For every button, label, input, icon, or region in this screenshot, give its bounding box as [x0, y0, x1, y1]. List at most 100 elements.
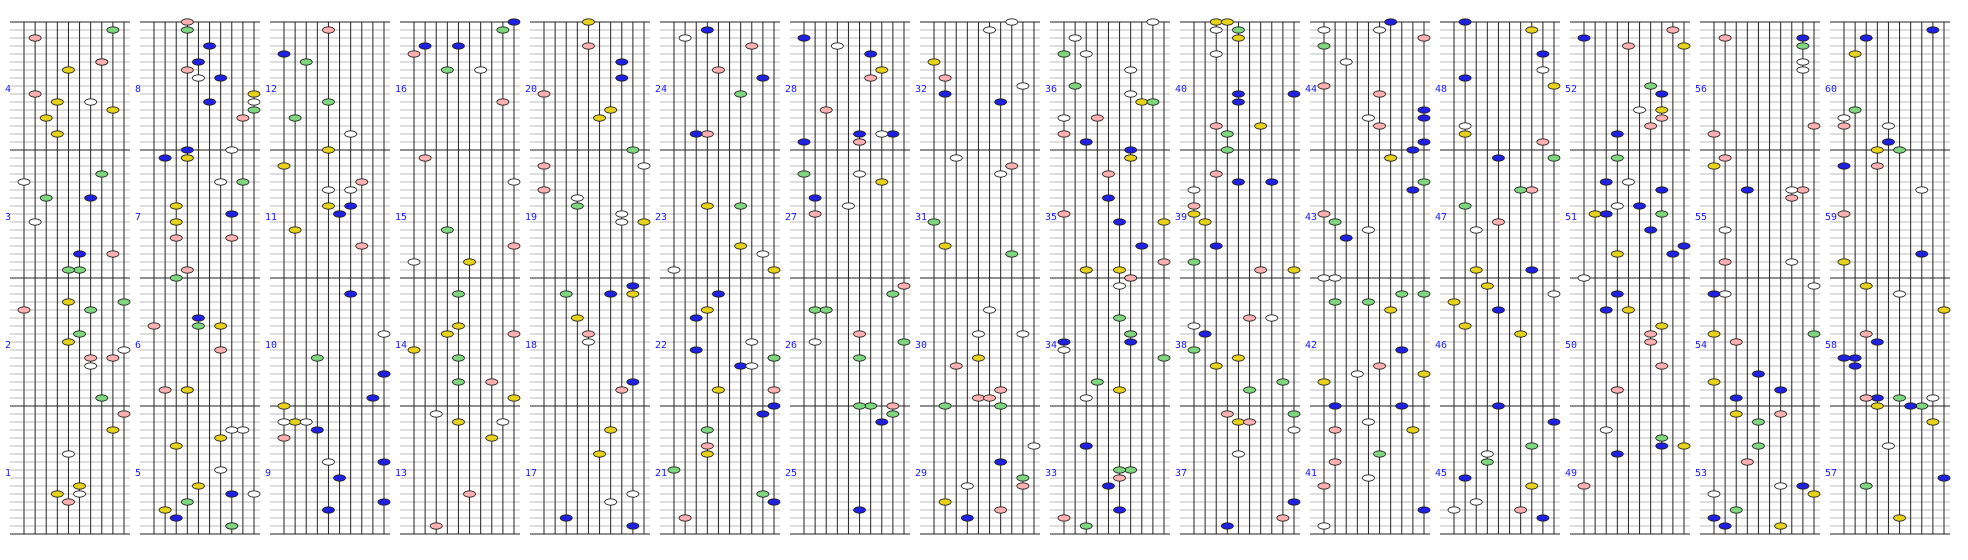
note-marker [1904, 402, 1918, 410]
note-marker [1079, 138, 1093, 146]
band-number-label: 57 [1825, 468, 1837, 479]
note-marker [1707, 330, 1721, 338]
note-marker [62, 66, 75, 74]
note-marker [440, 66, 454, 74]
note-marker [247, 490, 261, 498]
note-marker [28, 218, 42, 226]
note-marker [875, 66, 889, 74]
note-marker [1124, 274, 1138, 282]
note-marker [1882, 122, 1895, 130]
note-marker [1384, 18, 1398, 26]
note-marker [767, 354, 781, 362]
note-marker [1718, 226, 1732, 234]
note-marker [1915, 402, 1929, 410]
note-marker [1740, 458, 1754, 466]
note-marker [949, 362, 963, 370]
note-marker [225, 426, 239, 434]
note-marker [1146, 18, 1160, 26]
note-marker [1785, 186, 1799, 194]
note-marker [62, 450, 75, 458]
note-marker [700, 426, 714, 434]
note-grid-diagram: 4 3 2 1 8 7 6 5 12 11 10 9 16 15 14 13 20 19 18 17 24 23 22 21 2… [0, 0, 1968, 556]
note-marker [972, 394, 985, 402]
note-marker [106, 106, 120, 114]
note-marker [875, 130, 889, 138]
note-marker [1090, 114, 1104, 122]
note-marker [1209, 170, 1223, 178]
note-marker [180, 18, 194, 26]
note-marker [1599, 426, 1613, 434]
note-marker [1752, 370, 1765, 378]
band-number-label: 11 [265, 212, 277, 223]
note-marker [1005, 162, 1019, 170]
note-marker [1837, 114, 1851, 122]
note-marker [615, 74, 629, 82]
note-marker [73, 250, 86, 258]
note-marker [1135, 98, 1149, 106]
note-marker [1328, 274, 1342, 282]
note-marker [366, 394, 380, 402]
note-marker [1005, 18, 1019, 26]
note-marker [1848, 362, 1862, 370]
note-marker [452, 42, 465, 50]
note-marker [1102, 170, 1115, 178]
note-marker [452, 378, 465, 386]
note-marker [84, 362, 98, 370]
note-marker [95, 170, 109, 178]
note-marker [1016, 82, 1030, 90]
note-marker [1417, 34, 1431, 42]
band-number-label: 9 [265, 468, 271, 479]
note-marker [559, 290, 573, 298]
note-marker [1492, 306, 1505, 314]
note-marker [1458, 74, 1472, 82]
note-marker [1655, 210, 1669, 218]
note-marker [1837, 122, 1851, 130]
band-number-label: 14 [395, 340, 407, 351]
note-marker [236, 178, 250, 186]
note-marker [1785, 258, 1799, 266]
note-marker [615, 210, 629, 218]
note-marker [1774, 386, 1788, 394]
note-marker [1102, 194, 1115, 202]
note-marker [1113, 282, 1126, 290]
note-marker [1848, 50, 1862, 58]
note-marker [819, 306, 833, 314]
note-marker [626, 490, 640, 498]
note-marker [322, 186, 335, 194]
note-marker [1287, 426, 1301, 434]
note-marker [50, 130, 64, 138]
note-marker [192, 482, 205, 490]
note-marker [214, 346, 228, 354]
note-marker [938, 402, 952, 410]
note-marker [1655, 322, 1669, 330]
band-number-label: 55 [1695, 212, 1707, 223]
note-marker [73, 266, 86, 274]
note-marker [407, 258, 421, 266]
note-marker [1328, 218, 1342, 226]
note-marker [1317, 482, 1331, 490]
note-marker [1870, 402, 1884, 410]
band-number-label: 23 [655, 212, 667, 223]
note-marker [756, 250, 770, 258]
note-marker [1057, 338, 1071, 346]
note-marker [463, 258, 476, 266]
note-marker [106, 250, 120, 258]
note-marker [147, 322, 161, 330]
note-marker [570, 194, 584, 202]
note-marker [277, 402, 291, 410]
note-marker [1536, 50, 1550, 58]
note-marker [1276, 514, 1290, 522]
note-marker [700, 442, 714, 450]
note-marker [1187, 322, 1201, 330]
note-marker [853, 506, 866, 514]
note-marker [1113, 386, 1126, 394]
band-number-label: 43 [1305, 212, 1317, 223]
note-marker [734, 202, 748, 210]
note-marker [485, 378, 499, 386]
note-marker [1666, 250, 1680, 258]
note-marker [1317, 522, 1331, 530]
note-marker [1837, 354, 1851, 362]
band-number-label: 20 [525, 84, 537, 95]
note-marker [745, 42, 759, 50]
note-marker [452, 418, 465, 426]
